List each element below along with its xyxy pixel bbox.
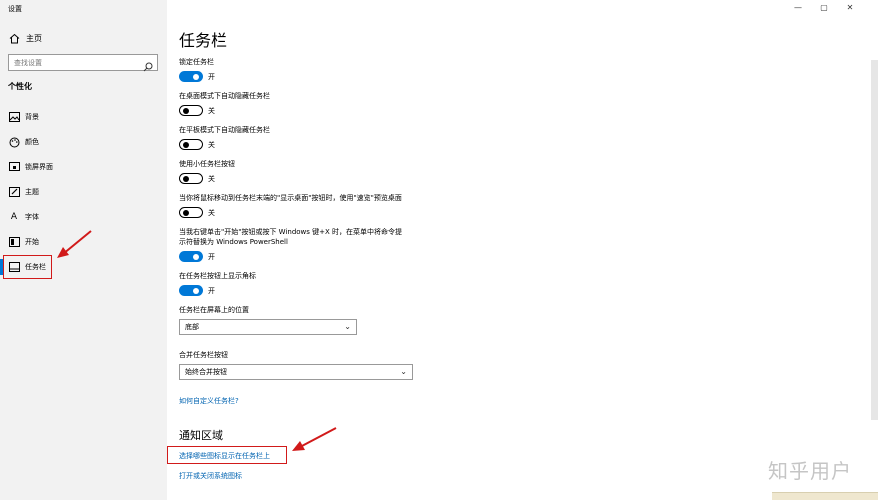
search-input[interactable] [14, 58, 139, 67]
palette-icon [8, 136, 20, 148]
scrollbar[interactable] [871, 60, 878, 420]
powershell-label-line2: 示符替换为 Windows PowerShell [179, 238, 288, 246]
sidebar-item-lock-screen[interactable]: 锁屏界面 [8, 159, 53, 175]
peek-label: 当你将鼠标移动到任务栏末端的"显示桌面"按钮时，使用"速览"预览桌面 [179, 194, 402, 202]
small-buttons-label: 使用小任务栏按钮 [179, 160, 235, 168]
main-panel: — ▢ ✕ 任务栏 锁定任务栏 开 在桌面模式下自动隐藏任务栏 关 在平板模式下… [167, 0, 878, 500]
sidebar-item-start[interactable]: 开始 [8, 234, 39, 250]
notification-area-title: 通知区域 [179, 429, 223, 442]
maximize-icon[interactable]: ▢ [818, 3, 830, 12]
search-box[interactable] [8, 54, 158, 72]
autohide-tablet-toggle[interactable] [179, 139, 203, 150]
customize-taskbar-link[interactable]: 如何自定义任务栏? [179, 396, 239, 406]
combine-value: 始终合并按钮 [185, 368, 227, 376]
sidebar-item-label: 颜色 [25, 138, 39, 146]
autohide-tablet-label: 在平板模式下自动隐藏任务栏 [179, 126, 270, 134]
peek-toggle[interactable] [179, 207, 203, 218]
toggle-state: 开 [208, 253, 215, 261]
sidebar-item-label: 背景 [25, 113, 39, 121]
window-title: 设置 [8, 5, 22, 13]
sidebar-item-background[interactable]: 背景 [8, 109, 39, 125]
position-label: 任务栏在屏幕上的位置 [179, 306, 249, 314]
position-select[interactable]: 底部 ⌄ [179, 319, 357, 335]
combine-label: 合并任务栏按钮 [179, 351, 228, 359]
home-icon [8, 33, 20, 44]
autohide-desktop-label: 在桌面模式下自动隐藏任务栏 [179, 92, 270, 100]
minimize-icon[interactable]: — [792, 3, 804, 12]
system-icons-link[interactable]: 打开或关闭系统图标 [179, 471, 242, 481]
toggle-state: 关 [208, 175, 215, 183]
sidebar-item-colors[interactable]: 颜色 [8, 134, 39, 150]
sidebar-item-label: 开始 [25, 238, 39, 246]
chevron-down-icon: ⌄ [400, 367, 407, 376]
position-value: 底部 [185, 323, 199, 331]
combine-select[interactable]: 始终合并按钮 ⌄ [179, 364, 413, 380]
powershell-toggle[interactable] [179, 251, 203, 262]
font-icon: A [10, 212, 18, 222]
badges-toggle[interactable] [179, 285, 203, 296]
settings-window: 设置 主页 个性化 背景 颜色 [0, 0, 878, 500]
page-title: 任务栏 [179, 31, 228, 50]
sidebar-section-heading: 个性化 [8, 82, 32, 91]
start-icon [8, 236, 20, 248]
corner-decoration [772, 492, 878, 500]
toggle-state: 关 [208, 209, 215, 217]
watermark: 知乎用户 [768, 459, 852, 483]
chevron-down-icon: ⌄ [344, 322, 351, 331]
search-icon[interactable] [143, 57, 153, 72]
sidebar-item-themes[interactable]: 主题 [8, 184, 39, 200]
image-icon [8, 111, 20, 123]
sidebar-item-label: 主题 [25, 188, 39, 196]
sidebar-item-label: 字体 [25, 213, 39, 221]
powershell-label-line1: 当我右键单击"开始"按钮或按下 Windows 键+X 时，在菜单中将命令提 [179, 228, 403, 236]
autohide-desktop-toggle[interactable] [179, 105, 203, 116]
window-controls: — ▢ ✕ [792, 3, 856, 12]
small-buttons-toggle[interactable] [179, 173, 203, 184]
sidebar: 设置 主页 个性化 背景 颜色 [0, 0, 167, 500]
lock-screen-icon [8, 161, 20, 173]
badges-label: 在任务栏按钮上显示角标 [179, 272, 256, 280]
brush-icon [8, 186, 20, 198]
sidebar-item-fonts[interactable]: A 字体 [8, 209, 39, 225]
home-label: 主页 [26, 33, 42, 43]
sidebar-item-label: 锁屏界面 [25, 163, 53, 171]
toggle-state: 开 [208, 73, 215, 81]
lock-taskbar-toggle[interactable] [179, 71, 203, 82]
toggle-state: 关 [208, 141, 215, 149]
toggle-state: 关 [208, 107, 215, 115]
close-icon[interactable]: ✕ [844, 3, 856, 12]
annotation-box-link [167, 446, 287, 464]
toggle-state: 开 [208, 287, 215, 295]
home-nav-item[interactable]: 主页 [8, 30, 42, 46]
annotation-box-taskbar [3, 255, 52, 279]
lock-taskbar-label: 锁定任务栏 [179, 58, 214, 66]
